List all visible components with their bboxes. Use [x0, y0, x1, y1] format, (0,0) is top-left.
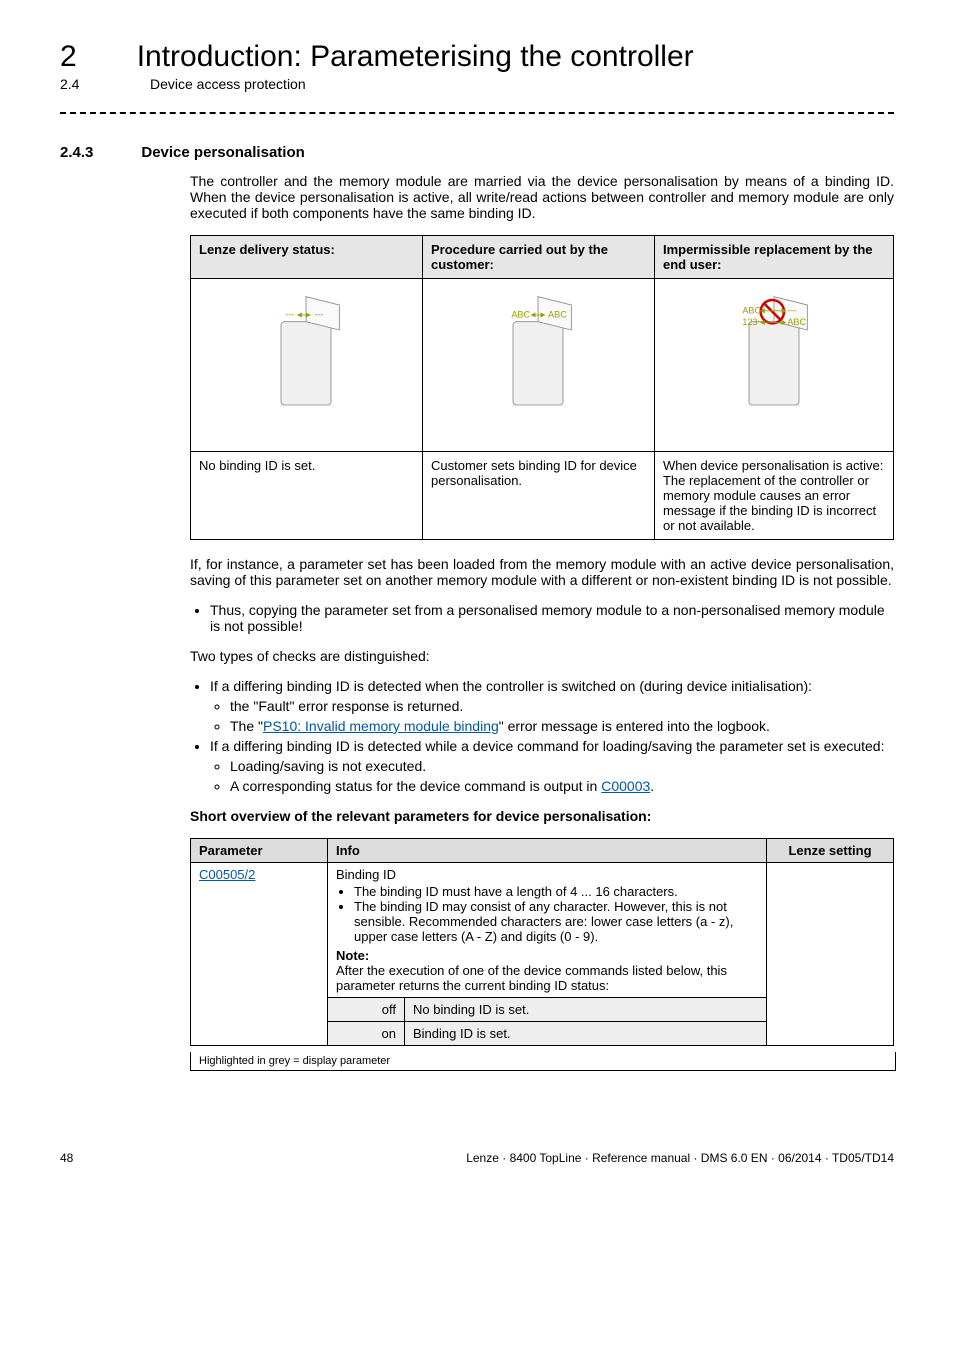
- note-cell-3: When device personalisation is active: T…: [654, 452, 893, 540]
- sub-bullet-c00003: A corresponding status for the device co…: [230, 778, 894, 794]
- section-number-header: 2.4: [60, 76, 90, 92]
- sub-bullet-ps10: The "PS10: Invalid memory module binding…: [230, 718, 894, 734]
- device-diagram-1: --- ---: [256, 285, 356, 425]
- svg-text:123: 123: [742, 317, 757, 327]
- parameter-table: Parameter Info Lenze setting C00505/2 Bi…: [190, 838, 894, 1046]
- note-cell-2: Customer sets binding ID for device pers…: [422, 452, 654, 540]
- svg-text:---: ---: [787, 305, 796, 315]
- param-heading: Short overview of the relevant parameter…: [190, 808, 894, 824]
- page-number: 48: [60, 1151, 73, 1165]
- note-cell-1: No binding ID is set.: [191, 452, 423, 540]
- diagram-cell-2: ABC ABC: [422, 279, 654, 452]
- link-ps10[interactable]: PS10: Invalid memory module binding: [263, 718, 499, 734]
- col-header-1: Lenze delivery status:: [191, 236, 423, 279]
- link-c00505[interactable]: C00505/2: [199, 867, 255, 882]
- svg-text:ABC: ABC: [742, 305, 761, 315]
- param-col-header-1: Parameter: [191, 839, 328, 863]
- divider: [60, 112, 894, 114]
- bullet-check-command: If a differing binding ID is detected wh…: [210, 738, 894, 794]
- status-off-desc: No binding ID is set.: [405, 998, 767, 1022]
- svg-text:---: ---: [315, 310, 324, 320]
- footer-text: Lenze · 8400 TopLine · Reference manual …: [466, 1151, 894, 1165]
- status-on-label: on: [328, 1022, 405, 1046]
- paragraph-1: If, for instance, a parameter set has be…: [190, 556, 894, 588]
- status-on-desc: Binding ID is set.: [405, 1022, 767, 1046]
- param-col-header-3: Lenze setting: [767, 839, 894, 863]
- sub-bullet-fault: the "Fault" error response is returned.: [230, 698, 894, 714]
- device-diagram-2: ABC ABC: [488, 285, 588, 425]
- param-col-header-2: Info: [328, 839, 767, 863]
- col-header-2: Procedure carried out by the customer:: [422, 236, 654, 279]
- link-c00003[interactable]: C00003: [601, 778, 650, 794]
- bullet-check-init: If a differing binding ID is detected wh…: [210, 678, 894, 734]
- bullet-copy-not-possible: Thus, copying the parameter set from a p…: [210, 602, 894, 634]
- svg-text:ABC: ABC: [512, 310, 531, 320]
- diagram-cell-3: ABC 123 --- ABC: [654, 279, 893, 452]
- paragraph-two-types: Two types of checks are distinguished:: [190, 648, 894, 664]
- device-diagram-3: ABC 123 --- ABC: [724, 285, 824, 425]
- chapter-title: Introduction: Parameterising the control…: [137, 40, 694, 74]
- sub-bullet-not-executed: Loading/saving is not executed.: [230, 758, 894, 774]
- lenze-setting-cell: [767, 863, 894, 1046]
- subsection-title: Device personalisation: [141, 144, 304, 161]
- chapter-number: 2: [60, 40, 77, 74]
- personalisation-table: Lenze delivery status: Procedure carried…: [190, 235, 894, 540]
- subsection-number: 2.4.3: [60, 144, 93, 161]
- svg-text:ABC: ABC: [548, 310, 567, 320]
- svg-text:---: ---: [286, 310, 295, 320]
- status-off-label: off: [328, 998, 405, 1022]
- info-cell: Binding ID The binding ID must have a le…: [328, 863, 767, 998]
- intro-paragraph: The controller and the memory module are…: [190, 173, 894, 221]
- table-footnote: Highlighted in grey = display parameter: [190, 1052, 896, 1071]
- col-header-3: Impermissible replacement by the end use…: [654, 236, 893, 279]
- section-title-header: Device access protection: [150, 76, 306, 92]
- diagram-cell-1: --- ---: [191, 279, 423, 452]
- svg-text:ABC: ABC: [787, 317, 806, 327]
